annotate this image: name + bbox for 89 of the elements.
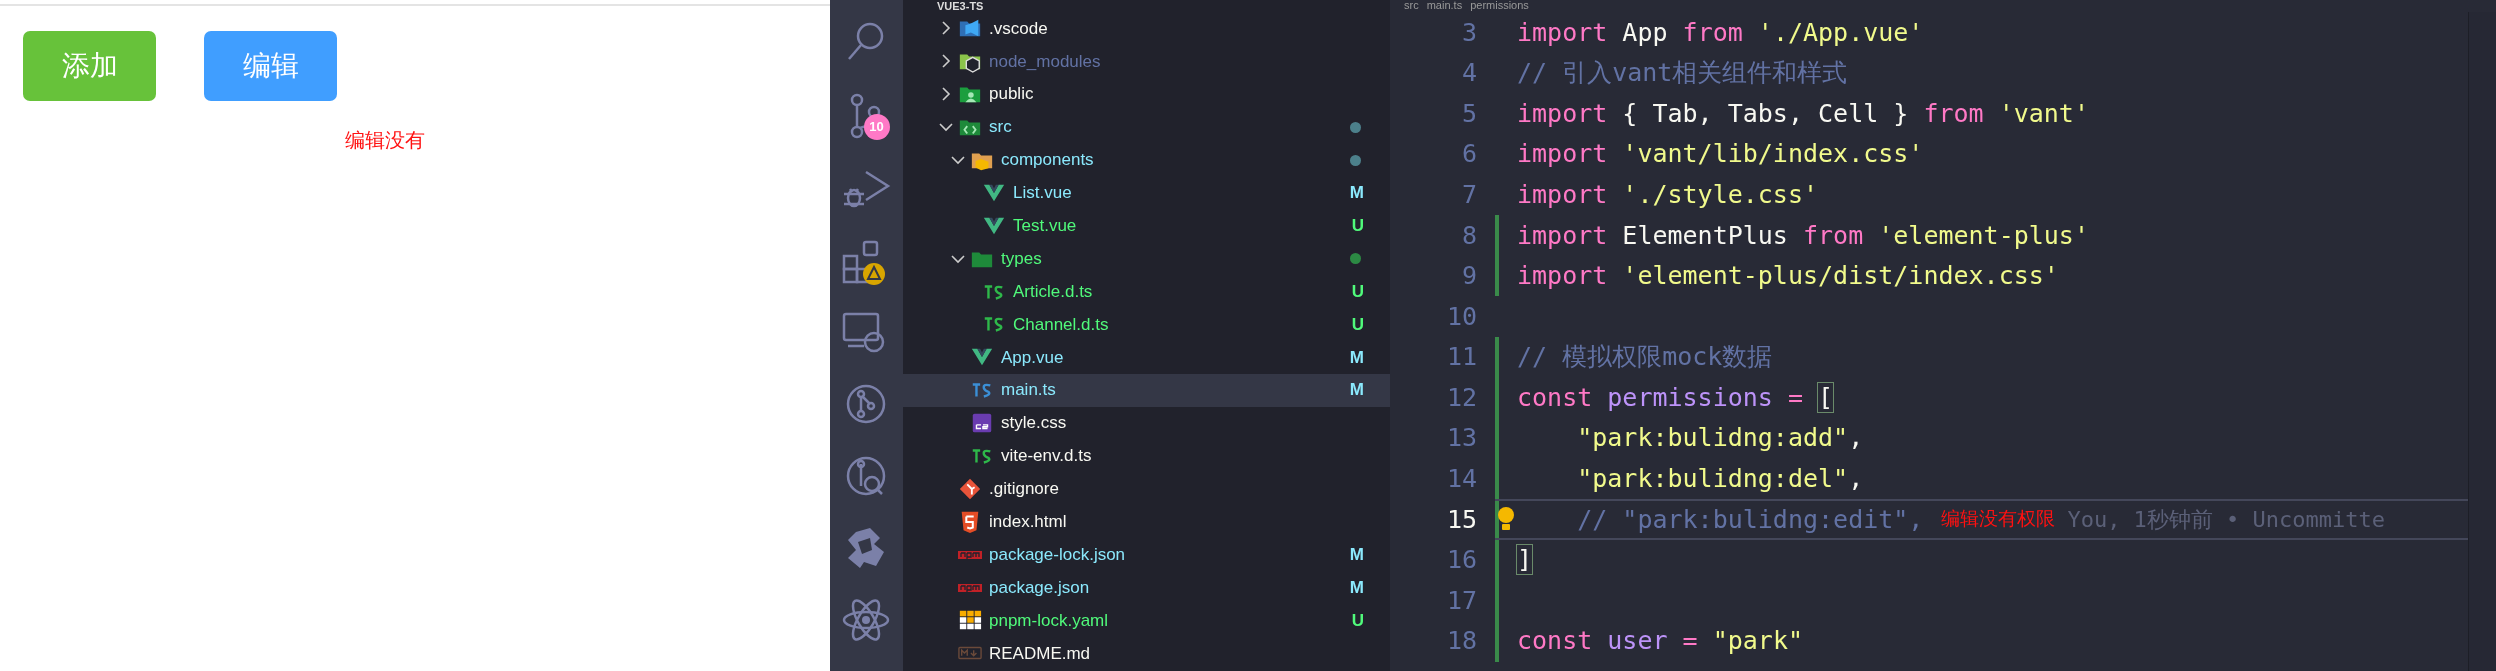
code-text: import ElementPlus from 'element-plus' <box>1517 219 2089 252</box>
file-name: .gitignore <box>989 478 1060 501</box>
file-name: package-lock.json <box>989 543 1127 566</box>
line-number: 14 <box>1445 463 1478 496</box>
git-status-letter: M <box>1349 576 1364 599</box>
annotation-text: 编辑没有权限 <box>1941 507 2056 532</box>
file-tree-item[interactable]: pnpm-lock.yaml U <box>903 604 1390 637</box>
file-name: package.json <box>989 576 1091 599</box>
code-text: "park:bulidng:add", <box>1576 422 1864 455</box>
file-name: pnpm-lock.yaml <box>989 609 1110 632</box>
file-name: Test.vue <box>1013 215 1078 238</box>
file-tree-item[interactable]: src <box>903 110 1390 144</box>
git-status-letter: U <box>1351 215 1364 238</box>
file-tree-item[interactable]: .vscode <box>903 12 1390 45</box>
code-text: // 引入vant相关组件和样式 <box>1517 57 1848 90</box>
npm-icon <box>957 582 983 593</box>
breadcrumb-item[interactable]: permissions <box>1470 0 1529 12</box>
line-number: 6 <box>1460 138 1478 171</box>
npm-icon <box>957 549 983 560</box>
file-tree-item[interactable]: vite-env.d.ts <box>903 439 1390 473</box>
line-number: 17 <box>1445 584 1478 617</box>
code-text: const user = "park" <box>1517 625 1803 658</box>
code-text: import 'element-plus/dist/index.css' <box>1517 260 2059 293</box>
file-name: Channel.d.ts <box>1013 313 1110 336</box>
file-name: src <box>989 116 1013 139</box>
file-tree-item[interactable]: .gitignore <box>903 472 1390 506</box>
file-tree-item[interactable]: Test.vue U <box>903 209 1390 243</box>
git-blame-text: You, 1秒钟前 • Uncommitte <box>2067 505 2386 534</box>
file-tree-item[interactable]: public <box>903 77 1390 111</box>
git-status-letter: M <box>1349 543 1364 566</box>
file-name: index.html <box>989 511 1068 534</box>
file-name: README.md <box>989 642 1092 665</box>
line-number: 11 <box>1445 341 1478 374</box>
line-number: 13 <box>1445 422 1478 455</box>
file-tree-item[interactable]: App.vue M <box>903 340 1390 374</box>
code-text: import './style.css' <box>1517 178 1819 211</box>
git-status-letter: M <box>1349 182 1364 205</box>
file-name: main.ts <box>1001 379 1057 402</box>
git-status-letter: U <box>1351 609 1364 632</box>
breadcrumb-item[interactable]: main.ts <box>1426 0 1463 12</box>
explorer-title: VUE3-TS <box>936 0 985 12</box>
line-number: 3 <box>1460 16 1478 49</box>
breadcrumb-item[interactable]: src <box>1404 0 1419 12</box>
file-tree-item[interactable]: style.css <box>903 406 1390 440</box>
file-name: node_modules <box>989 50 1102 73</box>
file-tree-item[interactable]: Channel.d.ts U <box>903 308 1390 341</box>
line-number: 12 <box>1445 381 1478 414</box>
line-number: 8 <box>1460 219 1478 252</box>
file-name: vite-env.d.ts <box>1001 445 1093 468</box>
file-name: .vscode <box>989 17 1049 40</box>
file-tree-item[interactable]: List.vue M <box>903 176 1390 210</box>
file-tree-item[interactable]: Article.d.ts U <box>903 275 1390 308</box>
diamond-icon <box>957 476 983 501</box>
file-name: components <box>1001 149 1095 172</box>
line-number: 7 <box>1460 178 1478 211</box>
line-number: 4 <box>1460 57 1478 90</box>
line-number: 9 <box>1460 260 1478 293</box>
git-status-letter: M <box>1349 346 1364 369</box>
git-status-letter: U <box>1351 313 1364 336</box>
line-number: 5 <box>1460 97 1478 130</box>
code-text: import { Tab, Tabs, Cell } from 'vant' <box>1517 97 2089 130</box>
code-text: import App from './App.vue' <box>1517 16 1924 49</box>
file-name: style.css <box>1001 412 1068 435</box>
file-tree-item[interactable]: README.md <box>903 636 1390 670</box>
file-tree-item[interactable]: package.json M <box>903 571 1390 605</box>
file-tree-item[interactable]: types <box>903 242 1390 276</box>
code-text: const permissions = [ <box>1517 381 1834 414</box>
file-name: Article.d.ts <box>1013 280 1094 303</box>
code-text: // 模拟权限mock数据 <box>1517 341 1773 374</box>
file-name: types <box>1001 247 1043 270</box>
code-text: import 'vant/lib/index.css' <box>1517 138 1924 171</box>
code-text: "park:bulidng:del", <box>1576 463 1864 496</box>
file-name: public <box>989 83 1035 106</box>
file-name: App.vue <box>1001 346 1065 369</box>
line-number: 18 <box>1445 625 1478 658</box>
line-number: 10 <box>1445 300 1478 333</box>
file-tree-item[interactable]: package-lock.json M <box>903 538 1390 572</box>
code-text: ] <box>1517 544 1533 577</box>
line-number: 15 <box>1445 503 1478 536</box>
git-status-letter: M <box>1349 379 1364 402</box>
file-name: List.vue <box>1013 182 1073 205</box>
line-number: 16 <box>1445 544 1478 577</box>
file-tree-item[interactable]: index.html <box>903 505 1390 539</box>
permission-message: 编辑没有 <box>345 129 425 151</box>
file-tree-item[interactable]: main.ts M <box>903 373 1390 407</box>
file-tree-item[interactable]: components <box>903 143 1390 177</box>
git-status-letter: U <box>1351 280 1364 303</box>
count-badge: 10 <box>863 114 890 140</box>
code-text: // "park:bulidng:edit", <box>1576 503 1924 536</box>
